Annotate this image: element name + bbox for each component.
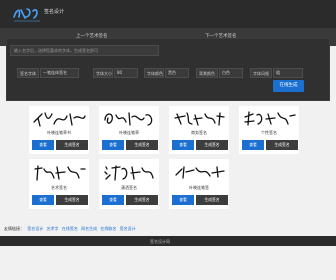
friend-link[interactable]: 签名设计	[27, 226, 43, 231]
site-logo[interactable]	[12, 5, 42, 24]
friend-links: 友情链接： 签名设计 艺术字 在线签名 网名生成 在线取名 签名设计	[4, 226, 332, 236]
view-button[interactable]: 查看	[32, 140, 54, 150]
size-label: 字体大小	[93, 68, 113, 78]
view-button[interactable]: 查看	[32, 195, 54, 205]
card-title: 叶晓连笔草书	[47, 130, 71, 135]
friend-link[interactable]: 签名设计	[120, 226, 136, 231]
friend-link[interactable]: 艺术字	[47, 226, 59, 231]
color-label: 字体颜色	[144, 68, 164, 78]
view-button[interactable]: 查看	[172, 140, 194, 150]
friend-links-label: 友情链接：	[4, 226, 24, 231]
style-select[interactable]: 粗	[273, 68, 303, 78]
size-input[interactable]: 80	[114, 68, 138, 78]
make-signature-button[interactable]: 生成签名	[266, 140, 298, 150]
signature-card: 艺术签名 查看 生成签名	[29, 159, 89, 209]
signature-sample-image[interactable]	[102, 110, 156, 128]
copyright: 签名设计网	[150, 239, 170, 244]
color-select[interactable]: 黑色	[165, 68, 189, 78]
name-input[interactable]: 输入名字后，选择您喜欢的字体，生成签名即可	[10, 45, 159, 56]
make-signature-button[interactable]: 生成签名	[126, 140, 158, 150]
signature-card: 叶晓连笔草书 查看 生成签名	[29, 106, 89, 154]
card-title: 商务签名	[191, 130, 207, 135]
signature-sample-image[interactable]	[172, 110, 226, 128]
friend-link[interactable]: 在线签名	[62, 226, 78, 231]
make-signature-button[interactable]: 生成签名	[56, 140, 88, 150]
signature-card: 叶晓连笔签 查看 生成签名	[169, 159, 229, 209]
card-title: 叶晓连笔草	[119, 130, 139, 135]
view-button[interactable]: 查看	[242, 140, 264, 150]
friend-link[interactable]: 网名生成	[81, 226, 97, 231]
make-signature-button[interactable]: 生成签名	[196, 195, 228, 205]
bg-label: 背景颜色	[196, 68, 218, 78]
signature-sample-image[interactable]	[242, 110, 296, 128]
view-button[interactable]: 查看	[172, 195, 194, 205]
signature-sample-image[interactable]	[102, 163, 156, 183]
friend-link[interactable]: 在线取名	[100, 226, 116, 231]
font-label: 签名字体	[17, 68, 39, 78]
make-signature-button[interactable]: 生成签名	[126, 195, 158, 205]
font-select[interactable]: 一笔连体签名	[40, 68, 79, 78]
make-signature-button[interactable]: 生成签名	[56, 195, 88, 205]
make-signature-button[interactable]: 生成签名	[196, 140, 228, 150]
view-button[interactable]: 查看	[102, 195, 124, 205]
signature-card: 个性签名 查看 生成签名	[239, 106, 299, 154]
signature-card: 商务签名 查看 生成签名	[169, 106, 229, 154]
site-title[interactable]: 签名设计	[44, 8, 64, 15]
view-button[interactable]: 查看	[102, 140, 124, 150]
generate-button[interactable]: 在线生成	[273, 80, 304, 92]
signature-sample-image[interactable]	[172, 163, 226, 183]
signature-card: 叶晓连笔草 查看 生成签名	[99, 106, 159, 154]
card-title: 艺术签名	[51, 185, 67, 190]
bg-select[interactable]: 白色	[219, 68, 243, 78]
card-title: 个性签名	[261, 130, 277, 135]
card-title: 潇洒签名	[121, 185, 137, 190]
style-label: 字体风格	[250, 68, 272, 78]
signature-sample-image[interactable]	[32, 163, 86, 183]
signature-card: 潇洒签名 查看 生成签名	[99, 159, 159, 209]
signature-sample-image[interactable]	[32, 110, 86, 128]
card-title: 叶晓连笔签	[189, 185, 209, 190]
